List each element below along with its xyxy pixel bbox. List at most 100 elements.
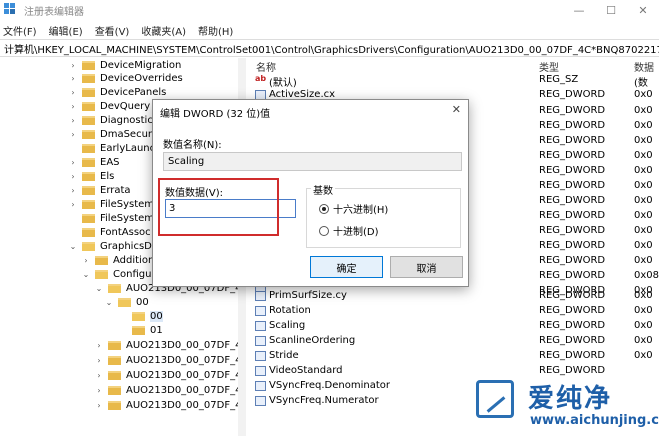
tree-item[interactable]: › DevicePanels <box>68 85 166 99</box>
cancel-button[interactable]: 取消 <box>390 256 463 278</box>
folder-open-icon <box>132 311 145 321</box>
tree-item[interactable]: › AUO213D0_00_07DF_4C <box>94 368 245 382</box>
tree-item-label: EAS <box>100 156 120 168</box>
value-type: REG_DWORD <box>539 105 606 116</box>
hex-radio[interactable]: 十六进制(H) <box>319 201 388 216</box>
close-button[interactable]: ✕ <box>627 0 659 20</box>
tree-item[interactable]: ⌄ GraphicsDriv <box>68 239 165 253</box>
tree-item[interactable]: › DeviceMigration <box>68 58 181 72</box>
tree-item[interactable]: › AUO213D0_00_07DF_4C <box>94 398 245 412</box>
tree-item[interactable]: 01 <box>118 323 163 337</box>
tree-item[interactable]: › FileSystem <box>68 197 154 211</box>
chevron-down-icon[interactable]: ⌄ <box>104 298 114 307</box>
ok-button[interactable]: 确定 <box>310 256 383 278</box>
tree-item[interactable]: › AUO213D0_00_07DF_4C <box>94 353 245 367</box>
tree-item[interactable]: ⌄ Configura <box>81 267 162 281</box>
folder-icon <box>82 213 95 223</box>
chevron-right-icon[interactable]: › <box>68 158 78 167</box>
value-row[interactable]: ScanlineOrdering REG_DWORD 0x0 <box>250 334 659 349</box>
value-data: 0x0 <box>634 255 653 266</box>
maximize-button[interactable]: ☐ <box>595 0 627 20</box>
value-row[interactable]: Scaling REG_DWORD 0x0 <box>250 319 659 334</box>
tree-item[interactable]: › DevQuery <box>68 99 150 113</box>
chevron-right-icon[interactable]: › <box>94 371 104 380</box>
tree-item[interactable]: › Diagnostics <box>68 113 158 127</box>
watermark: 爱纯净 www.aichunjing.com <box>470 376 659 436</box>
tree-item[interactable]: FileSystemU <box>68 211 161 225</box>
chevron-right-icon[interactable]: › <box>68 130 78 139</box>
chevron-right-icon[interactable]: › <box>68 200 78 209</box>
value-type: REG_DWORD <box>539 270 606 281</box>
chevron-right-icon[interactable]: › <box>68 186 78 195</box>
value-type: REG_DWORD <box>539 320 606 331</box>
chevron-right-icon[interactable]: › <box>94 386 104 395</box>
value-data: 0x0 <box>634 225 653 236</box>
value-data: 0x0 <box>634 120 653 131</box>
menu-view[interactable]: 查看(V) <box>95 23 130 38</box>
value-name: ScanlineOrdering <box>269 335 356 346</box>
value-name: (默认) <box>269 78 297 89</box>
decimal-radio-label: 十进制(D) <box>333 227 379 238</box>
chevron-right-icon[interactable]: › <box>68 102 78 111</box>
chevron-down-icon[interactable]: ⌄ <box>68 242 78 251</box>
tree-item[interactable]: EarlyLaunch <box>68 141 161 155</box>
value-row[interactable]: ab (默认) REG_SZ (数 <box>250 73 659 89</box>
folder-open-icon <box>82 241 95 251</box>
value-name: Scaling <box>269 320 306 331</box>
column-header-name[interactable]: 名称 <box>256 59 276 74</box>
radio-selected-icon <box>319 203 329 214</box>
tree-item[interactable]: FontAssoc <box>68 225 151 239</box>
folder-icon <box>108 385 121 395</box>
chevron-right-icon[interactable]: › <box>81 256 91 265</box>
menu-help[interactable]: 帮助(H) <box>198 23 233 38</box>
chevron-right-icon[interactable]: › <box>94 341 104 350</box>
string-value-icon: ab <box>255 74 267 83</box>
base-group-label: 基数 <box>311 182 335 197</box>
menu-favorites[interactable]: 收藏夹(A) <box>141 23 186 38</box>
value-type: REG_DWORD <box>539 305 606 316</box>
value-data: 0x0 <box>634 135 653 146</box>
chevron-down-icon[interactable]: ⌄ <box>81 270 91 279</box>
value-row[interactable]: PrimSurfSize.cy REG_DWORD 0x0 <box>250 289 659 304</box>
value-row[interactable]: Rotation REG_DWORD 0x0 <box>250 304 659 319</box>
value-name: VSyncFreq.Numerator <box>269 395 379 406</box>
address-bar[interactable]: 计算机\HKEY_LOCAL_MACHINE\SYSTEM\ControlSet… <box>0 39 659 57</box>
value-data: 0x0 <box>634 105 653 116</box>
value-name-label: 数值名称(N): <box>163 140 222 151</box>
value-data: 0x0 <box>634 320 653 331</box>
menu-edit[interactable]: 编辑(E) <box>49 23 83 38</box>
chevron-right-icon[interactable]: › <box>68 172 78 181</box>
column-header-type[interactable]: 类型 <box>539 59 559 74</box>
chevron-right-icon[interactable]: › <box>94 401 104 410</box>
column-header-data[interactable]: 数据 <box>634 59 654 74</box>
tree-item-selected[interactable]: 00 <box>118 309 163 323</box>
tree-item[interactable]: › AUO213D0_00_07DF_4C <box>94 338 245 352</box>
tree-item[interactable]: › Additiona <box>81 253 160 267</box>
watermark-logo-icon <box>476 380 514 418</box>
value-type: REG_DWORD <box>539 195 606 206</box>
binary-value-icon <box>255 366 266 376</box>
value-name-field: Scaling <box>163 152 462 171</box>
chevron-right-icon[interactable]: › <box>68 116 78 125</box>
chevron-down-icon[interactable]: ⌄ <box>94 284 104 293</box>
minimize-button[interactable]: — <box>563 0 595 20</box>
value-row[interactable]: Stride REG_DWORD 0x0 <box>250 349 659 364</box>
binary-value-icon <box>255 351 266 361</box>
tree-item[interactable]: › EAS <box>68 155 120 169</box>
chevron-right-icon[interactable]: › <box>68 88 78 97</box>
tree-item[interactable]: › AUO213D0_00_07DF_4C <box>94 383 245 397</box>
tree-item[interactable]: › DmaSecurity <box>68 127 164 141</box>
value-type: REG_DWORD <box>539 290 606 301</box>
chevron-right-icon[interactable]: › <box>68 61 78 70</box>
tree-item[interactable]: ⌄ 00 <box>104 295 149 309</box>
tree-item[interactable]: › Els <box>68 169 114 183</box>
menu-file[interactable]: 文件(F) <box>3 23 37 38</box>
decimal-radio[interactable]: 十进制(D) <box>319 223 379 238</box>
watermark-title: 爱纯净 <box>528 384 613 414</box>
tree-item[interactable]: › DeviceOverrides <box>68 71 182 85</box>
dialog-close-icon[interactable]: ✕ <box>452 103 461 116</box>
chevron-right-icon[interactable]: › <box>94 356 104 365</box>
chevron-right-icon[interactable]: › <box>68 74 78 83</box>
value-type: REG_DWORD <box>539 120 606 131</box>
tree-item[interactable]: › Errata <box>68 183 130 197</box>
